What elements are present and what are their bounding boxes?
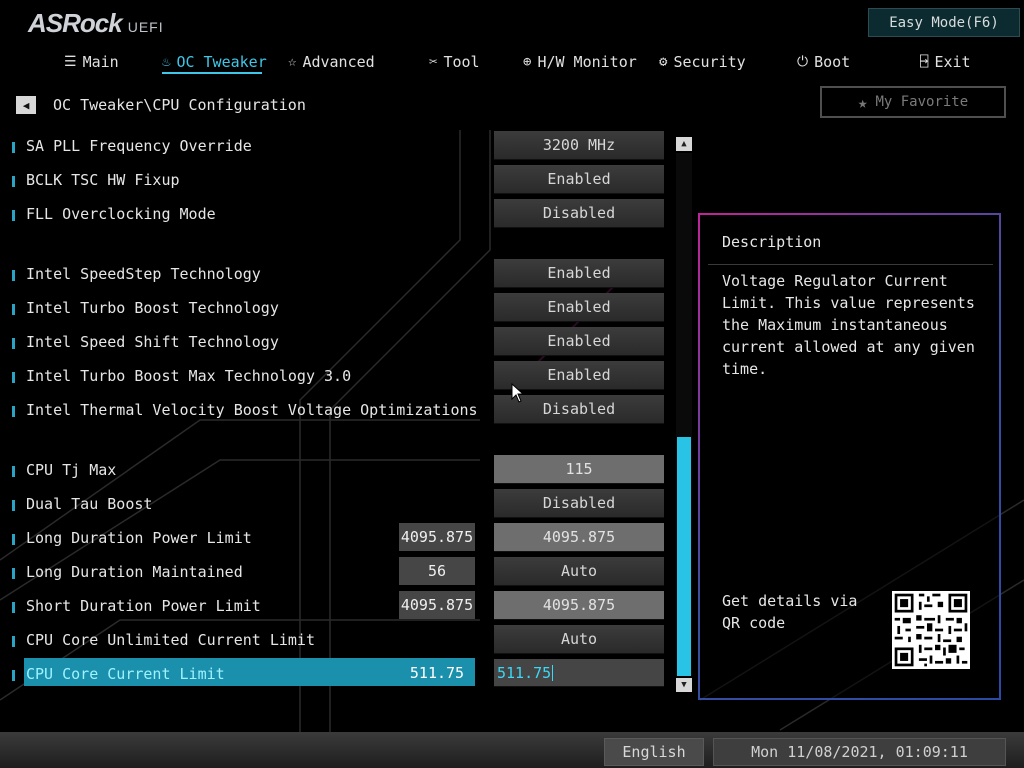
easy-mode-button[interactable]: Easy Mode(F6) — [868, 8, 1020, 37]
setting-row[interactable]: CPU Core Unlimited Current Limit Auto — [10, 625, 690, 654]
my-favorite-button[interactable]: ★ My Favorite — [820, 86, 1006, 118]
row-bullet — [12, 534, 15, 545]
setting-row[interactable]: Intel Turbo Boost Max Technology 3.0 Ena… — [10, 361, 690, 390]
current-value-readout: 4095.875 — [399, 591, 475, 619]
setting-row[interactable]: Dual Tau Boost Disabled — [10, 489, 690, 518]
setting-label: Short Duration Power Limit — [26, 597, 261, 615]
setting-label: FLL Overclocking Mode — [26, 205, 216, 223]
row-bullet — [12, 568, 15, 579]
setting-value[interactable]: Disabled — [494, 199, 664, 228]
setting-label: Long Duration Power Limit — [26, 529, 252, 547]
tab-label: Exit — [934, 53, 971, 71]
setting-value[interactable]: Auto — [494, 557, 664, 586]
current-value-readout: 4095.875 — [399, 523, 475, 551]
setting-row[interactable]: CPU Tj Max 115 — [10, 455, 690, 484]
scroll-down-button[interactable]: ▼ — [676, 678, 692, 692]
settings-list: SA PLL Frequency Override 3200 MHz BCLK … — [0, 0, 700, 700]
setting-row[interactable]: Long Duration Maintained 56 Auto — [10, 557, 690, 586]
setting-row[interactable]: FLL Overclocking Mode Disabled — [10, 199, 690, 228]
qr-code — [892, 591, 970, 669]
row-bullet — [12, 338, 15, 349]
description-title: Description — [722, 233, 822, 251]
setting-input[interactable]: 4095.875 — [494, 523, 664, 552]
scrollbar-thumb[interactable] — [677, 437, 691, 676]
tab-exit[interactable]: ⍈ Exit — [920, 50, 971, 74]
setting-input[interactable]: 115 — [494, 455, 664, 484]
row-bullet — [12, 670, 15, 681]
setting-row-selected[interactable]: CPU Core Current Limit 511.75 511.75 — [10, 658, 690, 688]
tab-boot[interactable]: ⏻ Boot — [797, 50, 850, 74]
row-bullet — [12, 466, 15, 477]
setting-value[interactable]: 3200 MHz — [494, 131, 664, 160]
triangle-down-icon: ▼ — [681, 680, 687, 690]
setting-label: Intel Turbo Boost Max Technology 3.0 — [26, 367, 352, 385]
qr-caption: Get details via QR code — [722, 592, 858, 632]
setting-value[interactable]: Enabled — [494, 293, 664, 322]
setting-label: CPU Core Current Limit — [26, 665, 225, 683]
exit-door-icon: ⍈ — [920, 54, 929, 70]
row-bullet — [12, 406, 15, 417]
setting-value[interactable]: Enabled — [494, 165, 664, 194]
setting-label: Dual Tau Boost — [26, 495, 153, 513]
setting-label: Intel Speed Shift Technology — [26, 333, 279, 351]
setting-label: CPU Core Unlimited Current Limit — [26, 631, 315, 649]
input-text: 511.75 — [497, 663, 552, 682]
row-bullet — [12, 270, 15, 281]
description-divider — [708, 264, 993, 265]
setting-row[interactable]: Short Duration Power Limit 4095.875 4095… — [10, 591, 690, 620]
text-caret — [552, 664, 554, 681]
scroll-up-button[interactable]: ▲ — [676, 137, 692, 151]
setting-row[interactable]: Intel Thermal Velocity Boost Voltage Opt… — [10, 395, 690, 424]
power-icon: ⏻ — [797, 54, 809, 70]
setting-input-active[interactable]: 511.75 — [494, 659, 664, 687]
setting-row[interactable]: BCLK TSC HW Fixup Enabled — [10, 165, 690, 194]
favorite-label: My Favorite — [875, 94, 969, 110]
setting-row[interactable]: Intel Turbo Boost Technology Enabled — [10, 293, 690, 322]
setting-label: Long Duration Maintained — [26, 563, 243, 581]
setting-label: Intel SpeedStep Technology — [26, 265, 261, 283]
setting-row[interactable]: Intel Speed Shift Technology Enabled — [10, 327, 690, 356]
triangle-up-icon: ▲ — [681, 139, 687, 149]
star-icon: ★ — [857, 92, 868, 112]
setting-label: Intel Turbo Boost Technology — [26, 299, 279, 317]
row-bullet — [12, 176, 15, 187]
row-bullet — [12, 372, 15, 383]
setting-row[interactable]: SA PLL Frequency Override 3200 MHz — [10, 131, 690, 160]
current-value-readout: 511.75 — [409, 664, 465, 682]
row-bullet — [12, 210, 15, 221]
setting-value[interactable]: Enabled — [494, 327, 664, 356]
setting-label: SA PLL Frequency Override — [26, 137, 252, 155]
setting-label: Intel Thermal Velocity Boost Voltage Opt… — [26, 401, 478, 419]
row-bullet — [12, 636, 15, 647]
setting-label: BCLK TSC HW Fixup — [26, 171, 180, 189]
setting-value[interactable]: Enabled — [494, 259, 664, 288]
setting-value[interactable]: Auto — [494, 625, 664, 654]
setting-input[interactable]: 4095.875 — [494, 591, 664, 620]
language-button[interactable]: English — [604, 738, 704, 766]
setting-row[interactable]: Intel SpeedStep Technology Enabled — [10, 259, 690, 288]
setting-label: CPU Tj Max — [26, 461, 117, 479]
row-bullet — [12, 500, 15, 511]
row-bullet — [12, 602, 15, 613]
description-text: Voltage Regulator Current Limit. This va… — [722, 272, 975, 378]
mouse-cursor-icon — [511, 383, 525, 403]
row-bullet — [12, 304, 15, 315]
current-value-readout: 56 — [399, 557, 475, 585]
row-bullet — [12, 142, 15, 153]
tab-label: Boot — [814, 53, 851, 71]
setting-value[interactable]: Disabled — [494, 489, 664, 518]
datetime-display: Mon 11/08/2021, 01:09:11 — [713, 738, 1006, 766]
setting-row[interactable]: Long Duration Power Limit 4095.875 4095.… — [10, 523, 690, 552]
